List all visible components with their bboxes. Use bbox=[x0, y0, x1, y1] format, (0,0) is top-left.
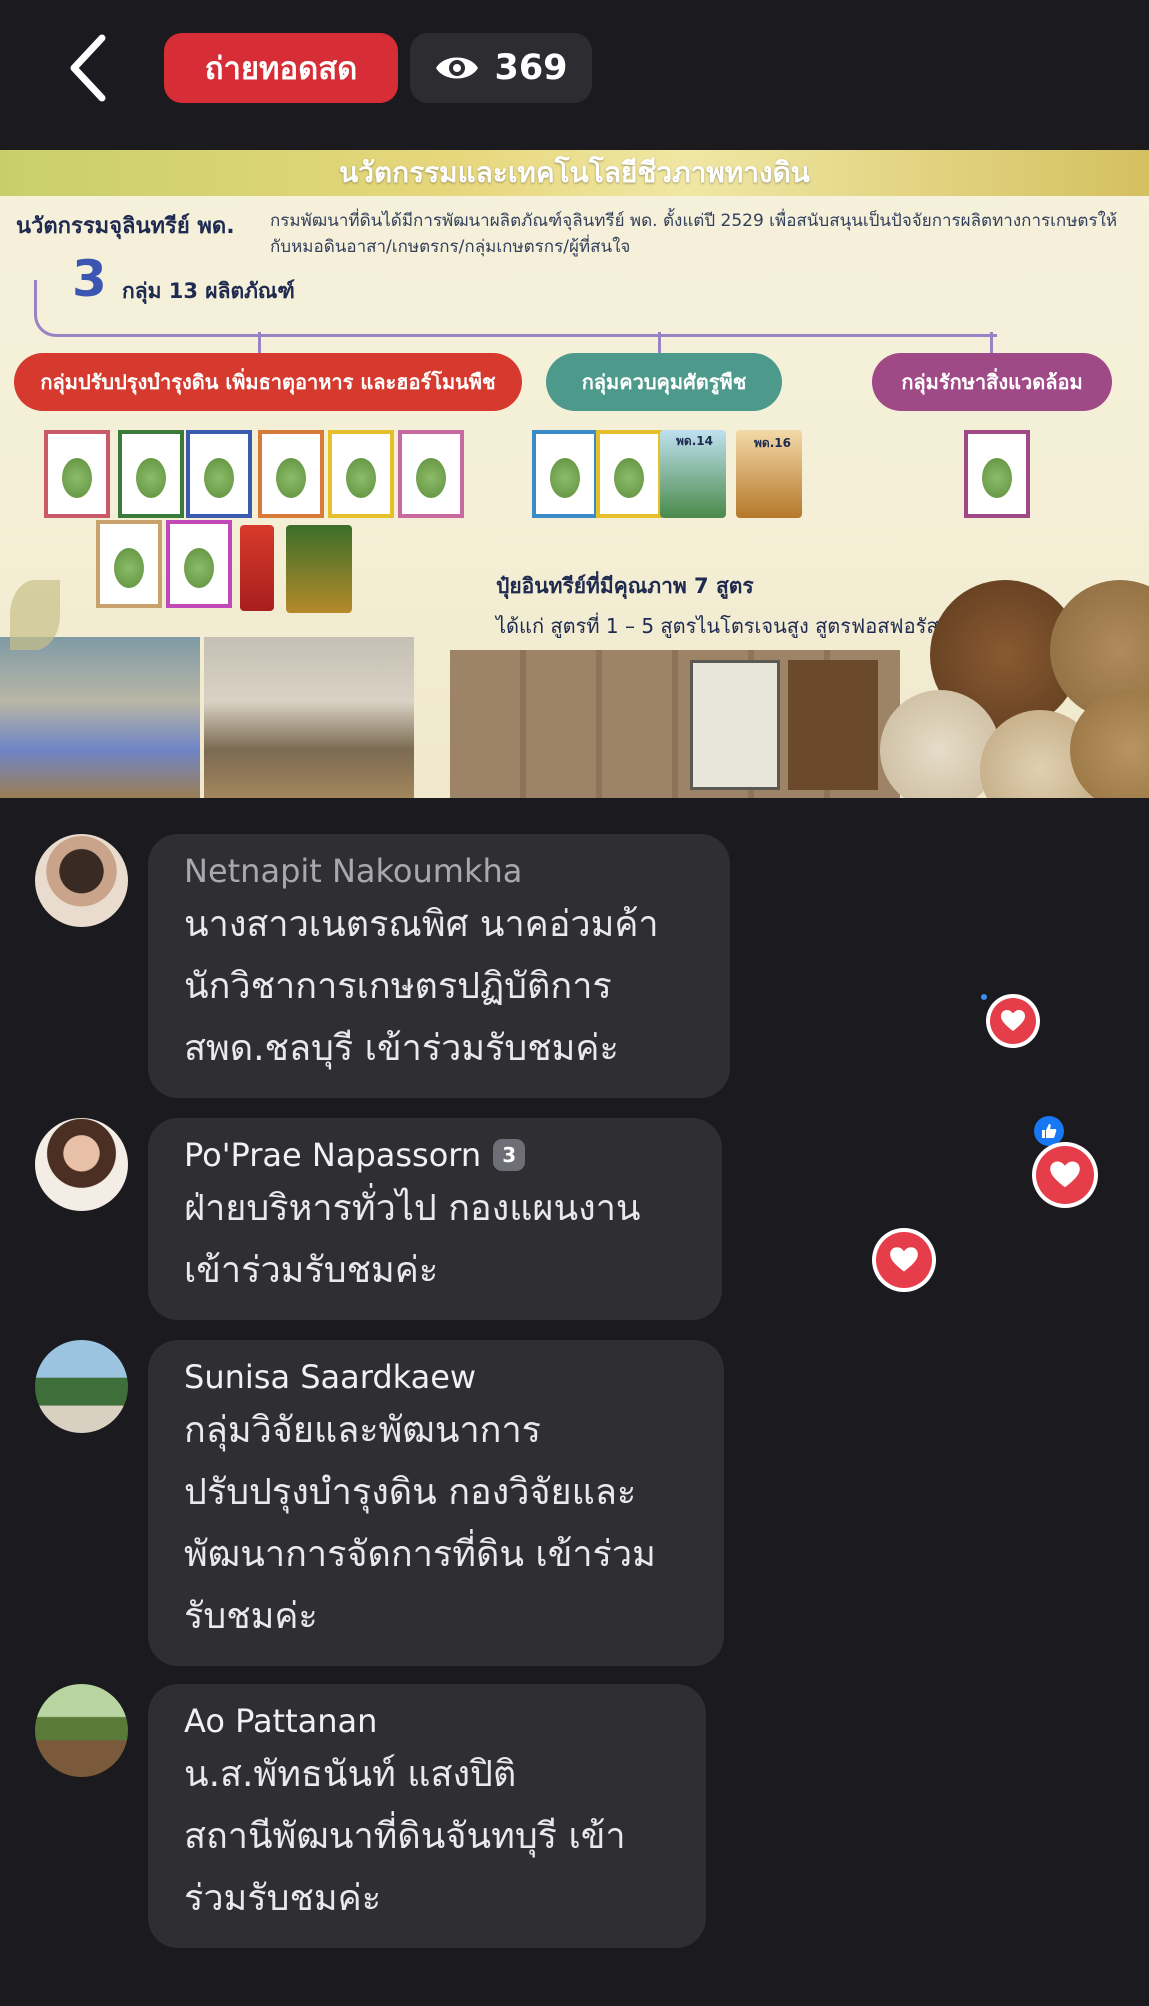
heart-icon bbox=[876, 1232, 932, 1288]
comment-bubble[interactable]: Ao Pattanan น.ส.พัทธนันท์ แสงปิติ สถานีพ… bbox=[148, 1684, 706, 1948]
comment-text: กลุ่มวิจัยและพัฒนาการ ปรับปรุงบำรุงดิน ก… bbox=[184, 1410, 656, 1637]
workers-photo bbox=[0, 637, 200, 798]
avatar[interactable] bbox=[35, 1684, 128, 1777]
product-bottle bbox=[240, 525, 274, 611]
live-header: ถ่ายทอดสด 369 bbox=[0, 0, 1149, 150]
product-card bbox=[118, 430, 184, 518]
video-banner-title: นวัตกรรมและเทคโนโลยีชีวภาพทางดิน bbox=[0, 150, 1149, 196]
product-card bbox=[166, 520, 232, 608]
group-pill-pest: กลุ่มควบคุมศัตรูพืช bbox=[546, 353, 782, 411]
product-pack bbox=[286, 525, 352, 613]
product-card bbox=[596, 430, 662, 518]
comment-text: ฝ่ายบริหารทั่วไป กองแผนงาน เข้าร่วมรับชม… bbox=[184, 1188, 641, 1291]
chevron-left-icon bbox=[70, 34, 106, 102]
workers-photo bbox=[204, 637, 414, 798]
avatar[interactable] bbox=[35, 834, 128, 927]
leaf-decoration bbox=[10, 580, 60, 650]
product-card bbox=[532, 430, 598, 518]
back-button[interactable] bbox=[58, 30, 128, 106]
product-card bbox=[186, 430, 252, 518]
group-count-label: กลุ่ม 13 ผลิตภัณฑ์ bbox=[122, 279, 295, 303]
like-icon bbox=[1034, 1116, 1064, 1146]
fan-badge-icon: 3 bbox=[493, 1139, 526, 1171]
product-pd14: พด.14 bbox=[660, 430, 726, 518]
group-pill-environment: กลุ่มรักษาสิ่งแวดล้อม bbox=[872, 353, 1112, 411]
heart-icon bbox=[1036, 1146, 1094, 1204]
avatar[interactable] bbox=[35, 1118, 128, 1211]
product-card bbox=[398, 430, 464, 518]
viewer-count-value: 369 bbox=[494, 48, 568, 88]
product-pd14-label: พด.14 bbox=[676, 434, 713, 448]
live-badge: ถ่ายทอดสด bbox=[164, 33, 398, 103]
product-card bbox=[964, 430, 1030, 518]
product-card bbox=[258, 430, 324, 518]
comment-author[interactable]: Ao Pattanan bbox=[184, 1700, 670, 1742]
product-card bbox=[44, 430, 110, 518]
comment-bubble[interactable]: Po'Prae Napassorn 3 ฝ่ายบริหารทั่วไป กอง… bbox=[148, 1118, 722, 1320]
fertilizer-subtitle: ได้แก่ สูตรที่ 1 – 5 สูตรไนโตรเจนสูง สูต… bbox=[496, 614, 961, 638]
comment-author[interactable]: Po'Prae Napassorn 3 bbox=[184, 1134, 686, 1176]
heart-icon bbox=[990, 998, 1036, 1044]
comment-author[interactable]: Netnapit Nakoumkha bbox=[184, 850, 694, 892]
product-card bbox=[328, 430, 394, 518]
comment-bubble[interactable]: Netnapit Nakoumkha นางสาวเนตรณพิศ นาคอ่ว… bbox=[148, 834, 730, 1098]
fertilizer-title: ปุ๋ยอินทรีย์ที่มีคุณภาพ 7 สูตร bbox=[496, 574, 754, 598]
fertilizer-bag-p bbox=[788, 660, 878, 790]
live-video[interactable]: นวัตกรรมและเทคโนโลยีชีวภาพทางดิน นวัตกรร… bbox=[0, 150, 1149, 798]
fertilizer-bag-n bbox=[690, 660, 780, 790]
product-pd16-label: พด.16 bbox=[754, 436, 791, 450]
comment-author[interactable]: Sunisa Saardkaew bbox=[184, 1356, 688, 1398]
comment-bubble[interactable]: Sunisa Saardkaew กลุ่มวิจัยและพัฒนาการ ป… bbox=[148, 1340, 724, 1666]
product-card bbox=[96, 520, 162, 608]
group-number: 3 bbox=[72, 250, 107, 308]
avatar[interactable] bbox=[35, 1340, 128, 1433]
comment-text: น.ส.พัทธนันท์ แสงปิติ สถานีพัฒนาที่ดินจั… bbox=[184, 1754, 626, 1919]
eye-icon bbox=[436, 57, 479, 79]
group-pill-soil: กลุ่มปรับปรุงบำรุงดิน เพิ่มธาตุอาหาร และ… bbox=[14, 353, 522, 411]
reaction-dot bbox=[981, 994, 987, 1000]
product-pd16: พด.16 bbox=[736, 430, 802, 518]
viewer-count: 369 bbox=[410, 33, 592, 103]
video-section-title: นวัตกรรมจุลินทรีย์ พด. bbox=[16, 214, 235, 239]
comment-text: นางสาวเนตรณพิศ นาคอ่วมค้า นักวิชาการเกษต… bbox=[184, 904, 659, 1069]
video-description: กรมพัฒนาที่ดินได้มีการพัฒนาผลิตภัณฑ์จุลิ… bbox=[270, 211, 1118, 257]
